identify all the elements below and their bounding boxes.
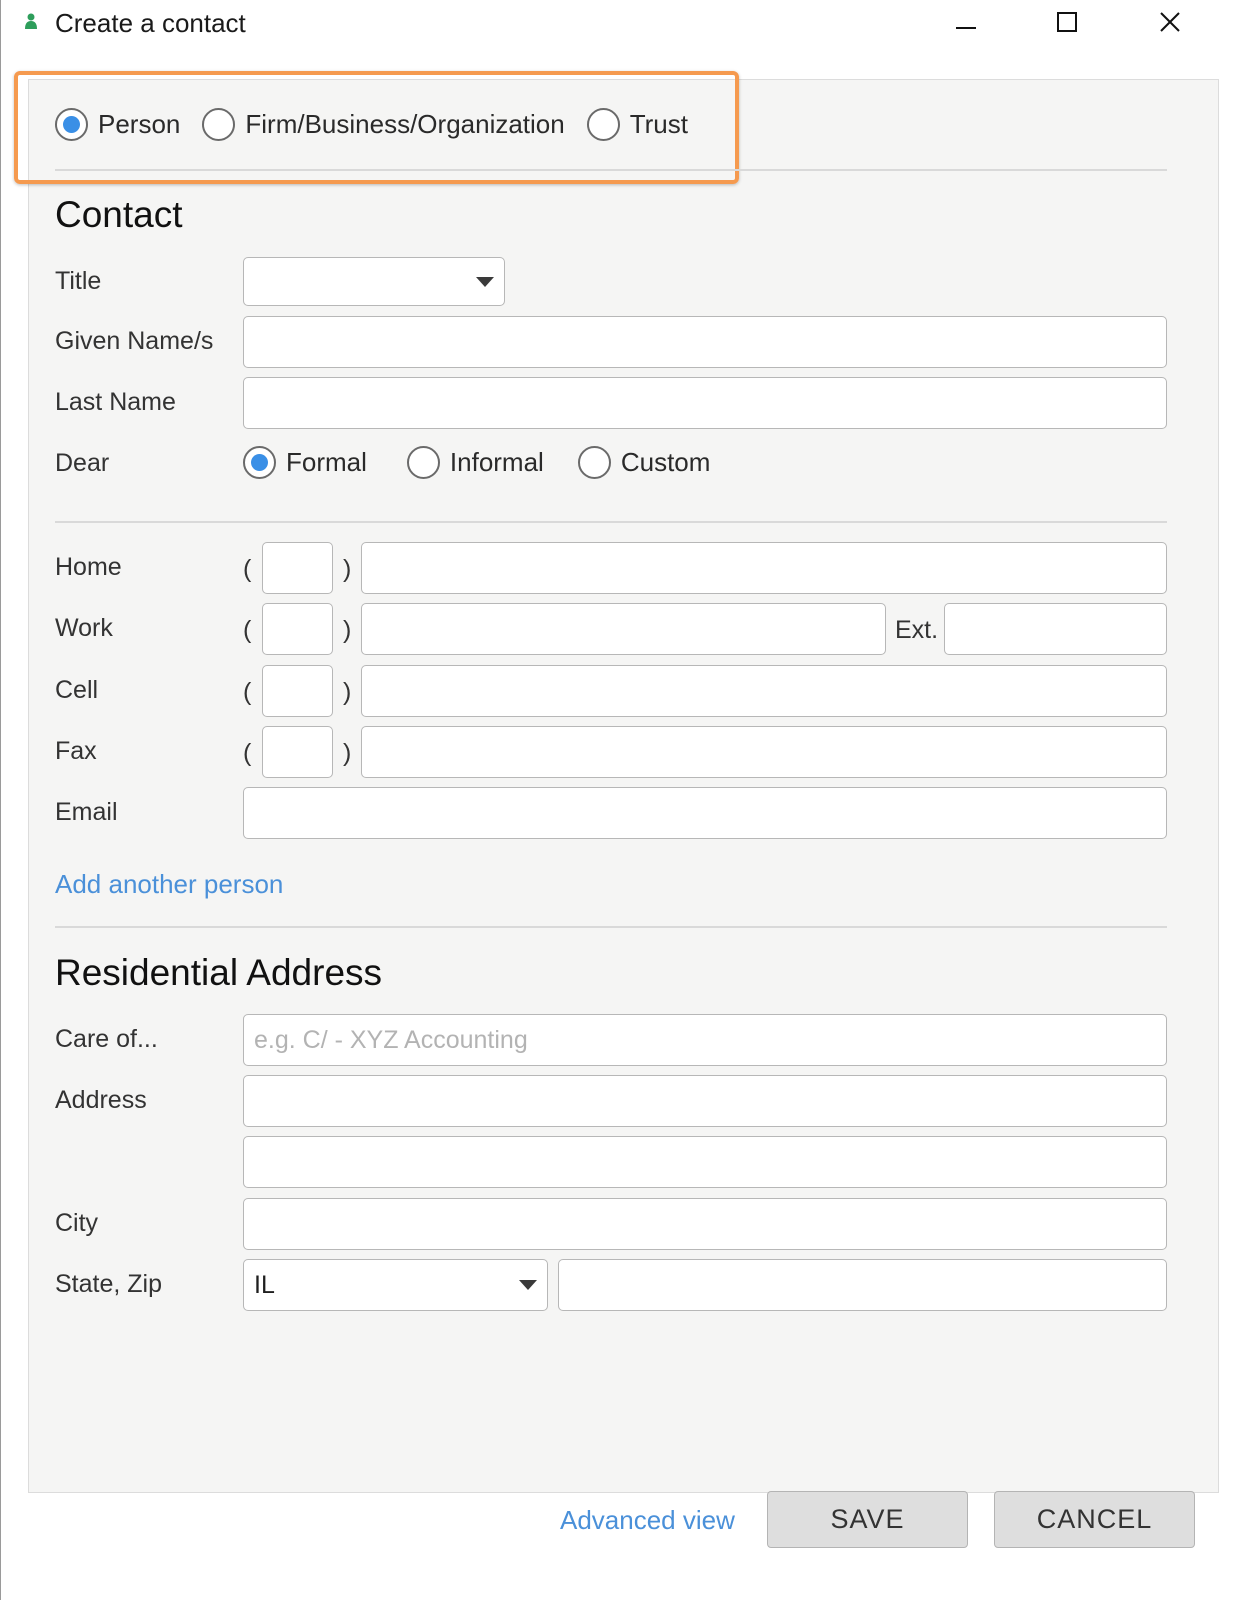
divider — [55, 926, 1167, 928]
work-phone-input[interactable] — [361, 603, 886, 655]
chevron-down-icon — [476, 276, 494, 287]
close-icon — [1160, 12, 1180, 32]
state-zip-label: State, Zip — [55, 1270, 162, 1298]
contact-section-title: Contact — [55, 194, 183, 235]
dear-label: Dear — [55, 449, 110, 477]
open-paren: ( — [243, 739, 252, 767]
radio-label: Formal — [286, 447, 367, 477]
radio-custom[interactable]: Custom — [577, 446, 711, 479]
radio-circle[interactable] — [577, 446, 611, 479]
radio-circle[interactable] — [406, 446, 440, 479]
open-paren: ( — [243, 678, 252, 706]
divider — [55, 169, 1167, 171]
divider — [55, 521, 1167, 523]
advanced-view-link[interactable]: Advanced view — [560, 1505, 735, 1536]
chevron-down-icon — [519, 1280, 537, 1290]
last-name-label: Last Name — [55, 388, 176, 416]
cell-phone-input[interactable] — [361, 665, 1167, 717]
fax-area-code-input[interactable] — [262, 726, 333, 778]
cell-label: Cell — [55, 676, 99, 704]
window-title: Create a contact — [55, 8, 246, 38]
title-label: Title — [55, 267, 102, 295]
radio-informal[interactable]: Informal — [406, 446, 544, 479]
person-icon — [25, 13, 37, 29]
work-label: Work — [55, 614, 113, 642]
cancel-button[interactable]: CANCEL — [994, 1491, 1195, 1548]
fax-input[interactable] — [361, 726, 1167, 778]
home-area-code-input[interactable] — [262, 542, 333, 594]
close-paren: ) — [343, 555, 352, 583]
ext-label: Ext. — [895, 616, 939, 644]
open-paren: ( — [243, 616, 252, 644]
add-another-person-link[interactable]: Add another person — [55, 869, 283, 900]
close-button[interactable] — [1140, 0, 1200, 44]
state-select-value: IL — [254, 1270, 275, 1299]
radio-formal[interactable]: Formal — [243, 446, 367, 479]
home-phone-input[interactable] — [361, 542, 1167, 594]
work-ext-input[interactable] — [944, 603, 1167, 655]
window-border — [0, 0, 1, 1600]
cell-area-code-input[interactable] — [262, 665, 333, 717]
save-button[interactable]: SAVE — [767, 1491, 968, 1548]
close-paren: ) — [343, 739, 352, 767]
fax-label: Fax — [55, 737, 97, 765]
open-paren: ( — [243, 555, 252, 583]
minimize-button[interactable] — [936, 0, 996, 44]
title-select[interactable] — [243, 257, 505, 306]
last-name-input[interactable] — [243, 377, 1167, 429]
radio-label: Custom — [620, 447, 711, 477]
zip-input[interactable] — [558, 1259, 1167, 1311]
maximize-icon — [1057, 12, 1077, 32]
dear-group: Formal Informal Custom — [243, 446, 710, 479]
radio-circle[interactable] — [243, 446, 276, 479]
minimize-icon — [956, 27, 976, 29]
close-paren: ) — [343, 616, 352, 644]
care-of-label: Care of... — [55, 1025, 158, 1053]
email-input[interactable] — [243, 787, 1167, 839]
address-label: Address — [55, 1086, 147, 1114]
care-of-placeholder: e.g. C/ - XYZ Accounting — [254, 1025, 528, 1054]
city-input[interactable] — [243, 1198, 1167, 1250]
highlight-box — [14, 71, 739, 184]
address-line2-input[interactable] — [243, 1136, 1167, 1188]
home-label: Home — [55, 553, 122, 581]
radio-label: Informal — [449, 447, 544, 477]
work-area-code-input[interactable] — [262, 603, 333, 655]
city-label: City — [55, 1209, 99, 1237]
given-names-input[interactable] — [243, 316, 1167, 368]
care-of-input[interactable]: e.g. C/ - XYZ Accounting — [243, 1014, 1167, 1066]
close-paren: ) — [343, 678, 352, 706]
maximize-button[interactable] — [1037, 0, 1097, 44]
address-section-title: Residential Address — [55, 952, 383, 993]
given-names-label: Given Name/s — [55, 327, 214, 355]
email-label: Email — [55, 798, 118, 826]
address-line1-input[interactable] — [243, 1075, 1167, 1127]
state-select[interactable]: IL — [243, 1259, 548, 1311]
